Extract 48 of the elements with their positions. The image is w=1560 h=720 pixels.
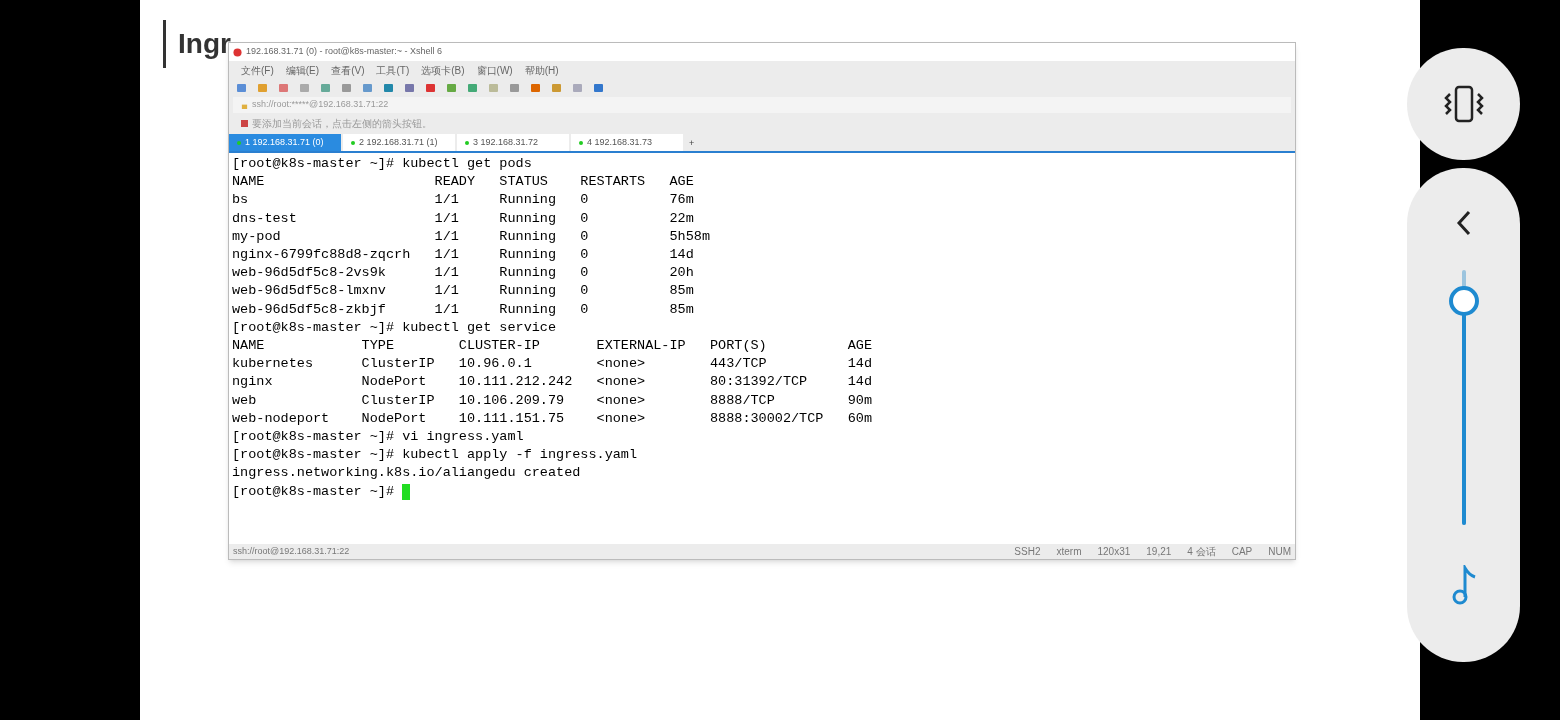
terminal-line: NAME TYPE CLUSTER-IP EXTERNAL-IP PORT(S) AGE [232, 337, 872, 356]
terminal-line: NAME READY STATUS RESTARTS AGE [232, 173, 694, 192]
terminal-line: web-96d5df5c8-2vs9k 1/1 Running 0 20h [232, 264, 694, 283]
terminal-line: web-nodeport NodePort 10.111.151.75 <none> 8888:30002/TCP 60m [232, 409, 872, 428]
menu-item[interactable]: 编辑(E) [285, 62, 320, 78]
terminal-line: [root@k8s-master ~]# kubectl get service [232, 318, 557, 337]
menu-item[interactable]: 选项卡(B) [421, 62, 465, 78]
terminal-line: web ClusterIP 10.106.209.79 <none> 8888/TCP 90m [232, 391, 872, 410]
status-item: SSH2 [1014, 545, 1041, 559]
menu-item[interactable]: 窗口(W) [476, 62, 513, 78]
address-field[interactable]: ssh://root:*****@192.168.31.71:22 [252, 98, 389, 112]
new-tab-button[interactable]: + [685, 136, 699, 151]
terminal-line: nginx NodePort 10.111.212.242 <none> 80:31392/TCP 14d [232, 373, 872, 392]
terminal-line: bs 1/1 Running 0 76m [232, 191, 694, 210]
terminal-line: nginx-6799fc88d8-zqcrh 1/1 Running 0 14d [232, 246, 694, 264]
terminal-line: [root@k8s-master ~]# kubectl get pods [232, 155, 532, 173]
window-title: 192.168.31.71 (0) - root@k8s-master:~ - Xshell 6 [246, 45, 442, 59]
terminal-line: dns-test 1/1 Running 0 22m [232, 209, 694, 228]
terminal-line: my-pod 1/1 Running 0 5h58m [232, 227, 710, 246]
back-icon[interactable] [1455, 210, 1472, 236]
menu-item[interactable]: 文件(F) [241, 62, 274, 78]
status-item: 120x31 [1097, 545, 1131, 559]
hint-text: 要添加当前会话，点击左侧的箭头按钮。 [252, 116, 432, 131]
status-item: 4 会话 [1187, 545, 1216, 559]
terminal-line: [root@k8s-master ~]# vi ingress.yaml [232, 428, 524, 447]
cursor [402, 483, 411, 500]
terminal-line: web-96d5df5c8-lmxnv 1/1 Running 0 85m [232, 282, 694, 301]
slide-title: Ingr [178, 27, 231, 61]
session-tab[interactable]: 1 192.168.31.71 (0) [229, 134, 341, 151]
slider-thumb[interactable] [1448, 285, 1479, 316]
terminal-line: kubernetes ClusterIP 10.96.0.1 <none> 443/TCP 14d [232, 355, 872, 374]
menu-item[interactable]: 查看(V) [331, 62, 365, 78]
session-tab[interactable]: 4 192.168.31.73 [571, 134, 683, 151]
menu-item[interactable]: 工具(T) [376, 62, 410, 78]
terminal-line: [root@k8s-master ~]# [232, 482, 396, 501]
terminal-line: [root@k8s-master ~]# kubectl apply -f ingress.yaml [232, 446, 638, 465]
status-item: CAP [1231, 545, 1253, 559]
status-item: xterm [1056, 545, 1082, 559]
session-tab[interactable]: 2 192.168.31.71 (1) [343, 134, 455, 151]
status-item: 19,21 [1146, 545, 1172, 559]
menu-item[interactable]: 帮助(H) [524, 62, 559, 78]
music-note-icon [1450, 565, 1477, 605]
app-icon [233, 47, 242, 57]
session-tab[interactable]: 3 192.168.31.72 [457, 134, 569, 151]
status-item: NUM [1268, 545, 1291, 559]
terminal-line: web-96d5df5c8-zkbjf 1/1 Running 0 85m [232, 300, 694, 319]
terminal-line: ingress.networking.k8s.io/aliangedu created [232, 464, 581, 483]
status-text: ssh://root@192.168.31.71:22 [233, 544, 350, 558]
